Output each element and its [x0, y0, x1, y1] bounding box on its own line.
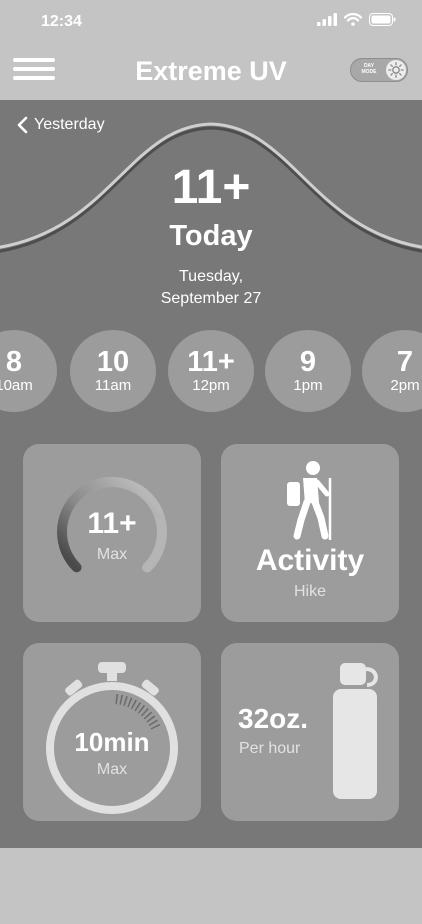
app-header: Extreme UV DAY MODE	[0, 44, 422, 100]
status-bar: 12:34	[0, 0, 422, 44]
hourly-item[interactable]: 9 1pm	[265, 330, 351, 412]
hourly-uv-value: 10	[96, 346, 130, 378]
water-amount-label: Per hour	[239, 740, 301, 757]
current-uv-value: 11+	[171, 161, 251, 214]
hourly-time: 10am	[0, 377, 33, 394]
date-weekday: Tuesday,	[178, 268, 244, 285]
hourly-time: 1pm	[293, 377, 323, 394]
hourly-item[interactable]: 8 10am	[0, 330, 57, 412]
status-time: 12:34	[41, 13, 82, 30]
day-mode-toggle[interactable]: DAY MODE	[350, 58, 408, 82]
water-bottle-icon	[333, 663, 378, 799]
wifi-icon	[344, 13, 362, 26]
hourly-time: 12pm	[192, 377, 230, 394]
hourly-uv-value: 11+	[187, 346, 235, 378]
current-day-label: Today	[169, 220, 253, 252]
hourly-uv-value: 7	[396, 346, 414, 378]
day-mode-label: DAY MODE	[361, 63, 377, 75]
back-label: Yesterday	[34, 116, 105, 133]
hourly-uv-value: 8	[5, 346, 23, 378]
hourly-item[interactable]: 10 11am	[70, 330, 156, 412]
activity-value: Hike	[293, 583, 326, 600]
max-uv-tile[interactable]: 11+ Max	[23, 444, 201, 622]
hiker-icon	[287, 461, 332, 540]
back-yesterday-link[interactable]: Yesterday	[16, 116, 105, 134]
max-uv-label: Max	[96, 546, 128, 563]
date-month-day: September 27	[160, 290, 262, 307]
hourly-uv-value: 9	[299, 346, 317, 378]
main-content: Yesterday 11+ Today Tuesday, September 2…	[0, 100, 422, 848]
water-intake-tile[interactable]: 32oz. Per hour	[221, 643, 399, 821]
exposure-time-tile[interactable]: 10min Max	[23, 643, 201, 821]
exposure-time-value: 10min	[74, 727, 150, 757]
chevron-left-icon	[17, 116, 28, 134]
hourly-time: 11am	[94, 377, 132, 394]
hourly-item[interactable]: 11+ 12pm	[168, 330, 254, 412]
activity-tile[interactable]: Activity Hike	[221, 444, 399, 622]
bottom-bar	[0, 848, 422, 924]
exposure-time-label: Max	[96, 761, 128, 778]
water-amount-value: 32oz.	[238, 703, 309, 734]
signal-icon	[317, 13, 337, 26]
status-icons	[317, 13, 396, 26]
activity-title: Activity	[255, 544, 365, 577]
battery-icon	[369, 13, 396, 26]
hourly-item[interactable]: 7 2pm	[362, 330, 422, 412]
max-uv-value: 11+	[87, 507, 137, 540]
sun-icon	[386, 60, 406, 80]
hourly-time: 2pm	[390, 377, 420, 394]
